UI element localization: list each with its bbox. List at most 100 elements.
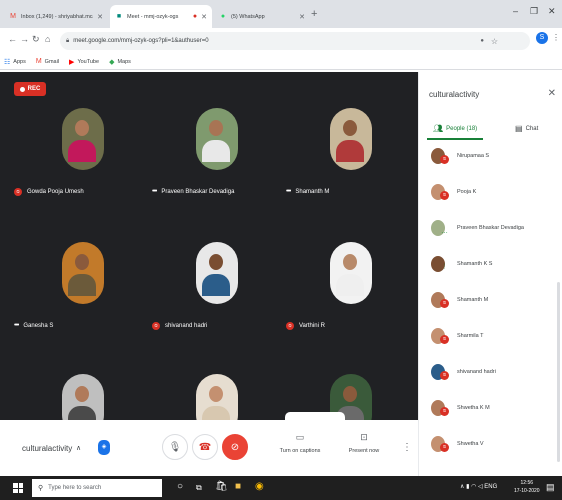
maps-icon: ◆ — [109, 58, 115, 66]
hang-up-button[interactable]: ☎︎ — [192, 434, 218, 460]
close-panel-button[interactable]: ✕ — [548, 88, 556, 99]
list-item[interactable]: ⦸ Pooja K — [431, 180, 559, 204]
person-name: Shamanth M — [457, 297, 489, 303]
participant-body — [68, 274, 96, 296]
list-item[interactable]: ⦸ Sharmila T — [431, 324, 559, 348]
url-text: meet.google.com/mmj-ozyk-ogs?pli=1&authu… — [73, 38, 209, 44]
minimize-button[interactable]: – — [513, 6, 518, 16]
bookmark-star-icon[interactable]: ☆ — [491, 37, 498, 46]
browser-menu-icon[interactable]: ⋮ — [552, 33, 560, 42]
taskbar-search-input[interactable]: ⚲ Type here to search — [32, 479, 162, 497]
tab-chat[interactable]: ▤ Chat — [515, 124, 538, 133]
gmail-icon: M — [10, 12, 16, 20]
meeting-controls: culturalactivity ∧ ◈ 🎙︎ ☎︎ ⊘ ▭ Turn on c… — [0, 420, 418, 476]
chat-icon: ▤ — [515, 124, 523, 133]
list-item[interactable]: ⦸ Nirupamaa S — [431, 144, 559, 168]
file-explorer-icon[interactable]: ■ — [235, 481, 241, 492]
battery-icon[interactable]: ▮ — [466, 484, 469, 490]
volume-icon[interactable]: ◁ — [478, 484, 483, 490]
back-button[interactable]: ← — [8, 34, 17, 44]
list-item[interactable]: ⦸ shivanand hadri — [431, 360, 559, 384]
participant-video-tile[interactable] — [330, 242, 372, 304]
tab-whatsapp[interactable]: ● (5) WhatsApp ✕ — [214, 5, 310, 28]
bookmark-gmail[interactable]: M Gmail — [36, 58, 59, 65]
reload-button[interactable]: ↻ — [32, 34, 40, 45]
phone-hangup-icon: ☎︎ — [198, 441, 212, 453]
cortana-icon[interactable]: ○ — [177, 481, 183, 492]
list-item[interactable]: ⦸ Shwetha K M — [431, 396, 559, 420]
task-view-icon[interactable]: ⧉ — [196, 483, 202, 493]
tab-label: Meet - mmj-ozyk-ogs — [127, 13, 179, 20]
list-item[interactable]: ⦸ Shwetha V — [431, 432, 559, 456]
tab-people[interactable]: 👥︎ People (18) — [433, 124, 477, 133]
mic-off-icon: ⦸ — [152, 322, 160, 330]
tab-label: Inbox (1,249) - shriyabhat.mca19 — [21, 13, 93, 20]
wifi-icon[interactable]: ◠ — [471, 484, 476, 490]
participant-name: Ganesha S — [23, 322, 54, 329]
meet-icon: ■ — [116, 12, 122, 20]
taskbar-clock[interactable]: 12:56 17-10-2020 — [514, 479, 540, 495]
chevron-up-icon[interactable]: ∧ — [460, 484, 464, 490]
new-tab-button[interactable]: + — [311, 8, 317, 20]
list-item[interactable]: … Praveen Bhaskar Devadiga — [431, 216, 559, 240]
language-indicator[interactable]: ENG — [484, 484, 497, 490]
participant-face — [75, 120, 89, 136]
window-close-button[interactable]: ✕ — [548, 6, 556, 17]
participant-video-tile[interactable] — [196, 242, 238, 304]
participant-body — [336, 140, 364, 162]
person-name: shivanand hadri — [457, 369, 496, 375]
participant-name-tag: ⦸ shivanand hadri — [152, 322, 207, 330]
participant-face — [75, 386, 89, 402]
chrome-icon[interactable]: ◉ — [255, 481, 264, 492]
participant-video-tile[interactable] — [62, 374, 104, 420]
participant-video-tile[interactable] — [196, 108, 238, 170]
audio-level-icon: … — [441, 228, 448, 235]
captions-label: Turn on captions — [279, 448, 321, 454]
close-icon[interactable]: ✕ — [299, 13, 305, 21]
list-item[interactable]: ⫶ Shamanth K S — [431, 252, 559, 276]
youtube-icon: ▶ — [69, 58, 75, 66]
tab-meet[interactable]: ■ Meet - mmj-ozyk-ogs ● ✕ — [110, 5, 212, 28]
present-now-button[interactable]: ⊡ Present now — [334, 432, 394, 454]
forward-button[interactable]: → — [20, 34, 29, 44]
list-item[interactable]: ⦸ Shamanth M — [431, 288, 559, 312]
restore-button[interactable]: ❐ — [530, 6, 538, 17]
meeting-details-button[interactable]: culturalactivity — [22, 444, 72, 453]
panel-scrollbar[interactable] — [557, 282, 560, 462]
participant-face — [75, 254, 89, 270]
camera-indicator-icon[interactable]: ● — [480, 38, 484, 44]
captions-button[interactable]: ▭ Turn on captions — [270, 432, 330, 454]
profile-avatar[interactable]: S — [536, 32, 548, 44]
microphone-button[interactable]: 🎙︎ — [162, 434, 188, 460]
mic-off-icon: ⦸ — [286, 322, 294, 330]
chevron-up-icon[interactable]: ∧ — [76, 444, 81, 452]
bookmark-apps[interactable]: ☷ Apps — [4, 58, 26, 66]
notification-icon[interactable]: ▤ — [546, 482, 555, 493]
speaking-icon: ⫶ — [443, 264, 446, 271]
participant-video-tile[interactable] — [330, 108, 372, 170]
home-icon[interactable]: ⌂ — [45, 34, 50, 44]
recording-badge: REC — [14, 82, 46, 96]
tab-chat-label: Chat — [525, 125, 539, 132]
close-icon[interactable]: ✕ — [97, 13, 103, 21]
windows-start-icon[interactable] — [13, 483, 23, 493]
participant-video-tile[interactable] — [196, 374, 238, 420]
url-input[interactable]: 🔒︎ meet.google.com/mmj-ozyk-ogs?pli=1&au… — [60, 32, 530, 50]
store-icon[interactable]: 🛍︎ — [215, 481, 228, 492]
video-stage: REC ⦸ Gowda Pooja Umesh ••• Praveen Bhaskar… — [0, 72, 418, 420]
tab-people-label: People (18) — [446, 125, 478, 132]
tab-gmail[interactable]: M Inbox (1,249) - shriyabhat.mca19 ✕ — [4, 5, 108, 28]
shield-icon[interactable]: ◈ — [98, 440, 110, 455]
participant-video-tile[interactable] — [62, 108, 104, 170]
close-icon[interactable]: ✕ — [201, 13, 207, 21]
bookmark-maps[interactable]: ◆ Maps — [109, 58, 131, 66]
participant-name-tag: ⦸ Gowda Pooja Umesh — [14, 188, 84, 196]
participant-name-tag: ••• Praveen Bhaskar Devadiga — [152, 188, 234, 195]
bookmark-youtube[interactable]: ▶ YouTube — [69, 58, 99, 66]
participant-video-tile[interactable] — [62, 242, 104, 304]
more-options-icon[interactable]: ⋮ — [402, 442, 412, 453]
participant-name: Varthini R — [299, 323, 325, 329]
person-name: Praveen Bhaskar Devadiga — [457, 225, 524, 231]
camera-button[interactable]: ⊘ — [222, 434, 248, 460]
pinned-self-preview[interactable] — [285, 412, 345, 420]
